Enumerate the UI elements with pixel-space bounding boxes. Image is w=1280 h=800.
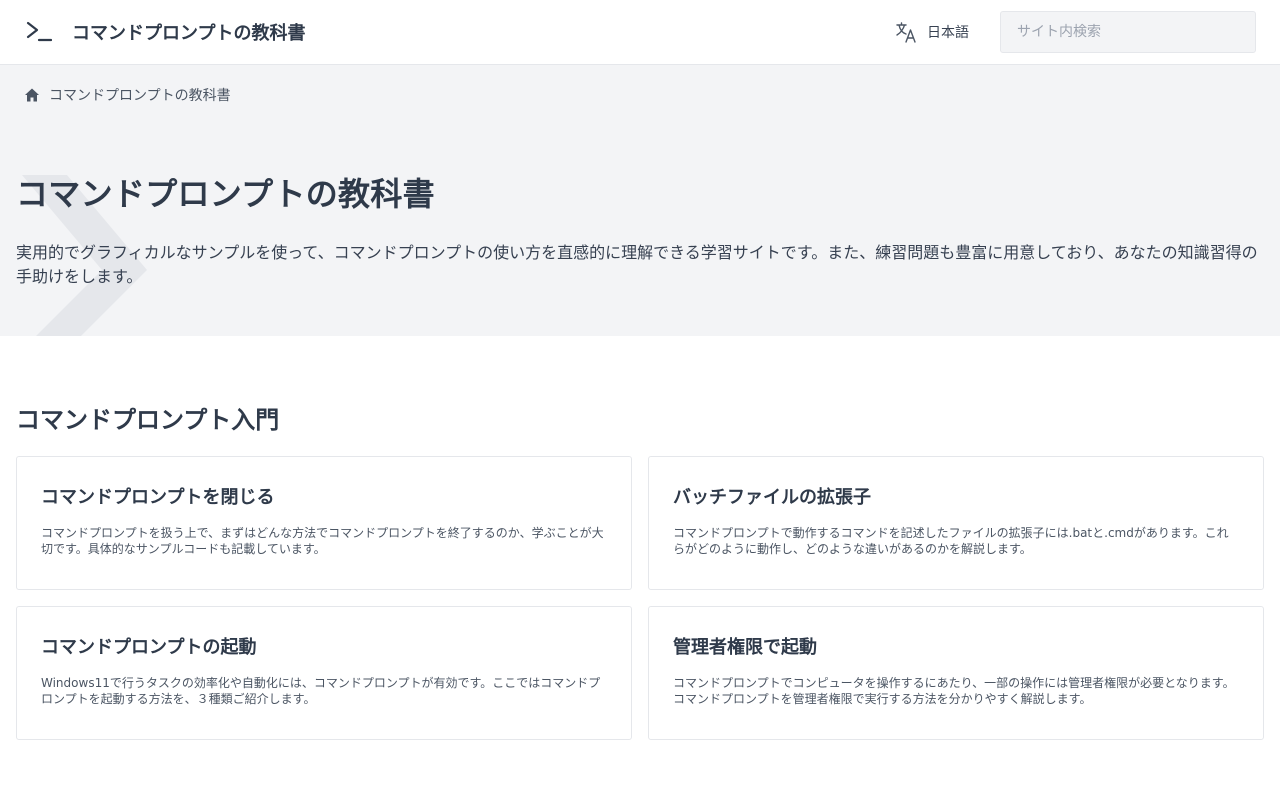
article-card-description: Windows11で行うタスクの効率化や自動化には、コマンドプロンプトが有効です… [41,676,601,706]
article-card[interactable]: 管理者権限で起動 コマンドプロンプトでコンピュータを操作するにあたり、一部の操作… [648,606,1264,740]
article-card-title: コマンドプロンプトを閉じる [41,487,275,508]
language-switcher[interactable]: 日本語 [895,20,969,44]
article-card-title: バッチファイルの拡張子 [673,487,871,508]
language-label: 日本語 [927,25,969,41]
article-card-description: コマンドプロンプトを扱う上で、まずはどんな方法でコマンドプロンプトを終了するのか… [41,526,604,556]
breadcrumb-item-current[interactable]: コマンドプロンプトの教科書 [49,85,231,105]
page-title: コマンドプロンプトの教科書 [16,175,435,213]
hero-section: コマンドプロンプトの教科書 コマンドプロンプトの教科書 実用的でグラフィカルなサ… [0,65,1280,336]
site-brand-link[interactable]: コマンドプロンプトの教科書 [26,18,305,46]
breadcrumb: コマンドプロンプトの教科書 [24,85,231,105]
article-card-title: 管理者権限で起動 [673,637,817,658]
article-card[interactable]: コマンドプロンプトを閉じる コマンドプロンプトを扱う上で、まずはどんな方法でコマ… [16,456,632,590]
page-description: 実用的でグラフィカルなサンプルを使って、コマンドプロンプトの使い方を直感的に理解… [16,243,1258,286]
article-card-title: コマンドプロンプトの起動 [41,637,257,658]
article-card-description: コマンドプロンプトで動作するコマンドを記述したファイルの拡張子には.batと.c… [673,526,1229,556]
home-icon[interactable] [24,87,40,103]
translate-icon [896,22,916,43]
terminal-icon [26,21,52,42]
section-title: コマンドプロンプト入門 [16,406,280,434]
search-input[interactable] [1000,11,1256,53]
site-title: コマンドプロンプトの教科書 [72,23,306,44]
site-header: コマンドプロンプトの教科書 日本語 [0,0,1280,65]
article-card[interactable]: コマンドプロンプトの起動 Windows11で行うタスクの効率化や自動化には、コ… [16,606,632,740]
article-card[interactable]: バッチファイルの拡張子 コマンドプロンプトで動作するコマンドを記述したファイルの… [648,456,1264,590]
article-card-description: コマンドプロンプトでコンピュータを操作するにあたり、一部の操作には管理者権限が必… [673,676,1235,706]
